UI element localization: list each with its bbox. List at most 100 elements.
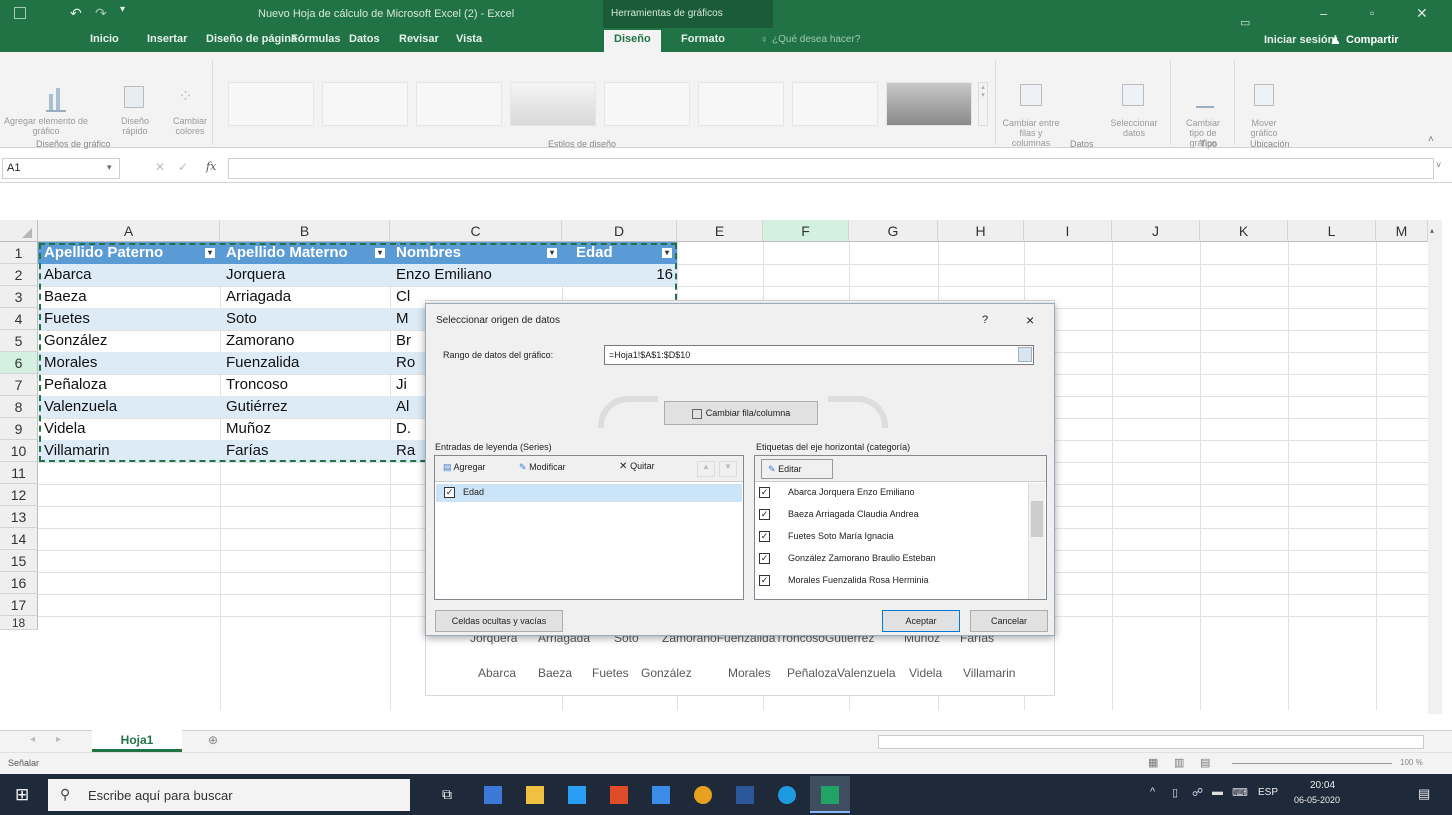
store-icon[interactable] <box>526 786 544 804</box>
expand-formula-icon[interactable]: ˅ <box>1436 160 1441 170</box>
vertical-scrollbar[interactable]: ▴ <box>1428 220 1442 714</box>
prev-sheet-icon[interactable]: ◂ <box>30 734 35 745</box>
quick-layout-button[interactable]: Diseño rápido <box>114 116 156 136</box>
row-header-6[interactable]: 6 <box>0 352 38 374</box>
customize-qat-icon[interactable]: ▾ <box>120 4 125 15</box>
chrome-icon[interactable] <box>694 786 712 804</box>
checkbox-icon[interactable]: ✓ <box>759 575 770 587</box>
tab-formato[interactable]: Formato <box>681 33 725 45</box>
col-header-h[interactable]: H <box>938 220 1024 242</box>
tab-insertar[interactable]: Insertar <box>147 33 187 45</box>
row-header-2[interactable]: 2 <box>0 264 38 286</box>
col-header-i[interactable]: I <box>1024 220 1112 242</box>
category-item[interactable]: ✓ Baeza Arriagada Claudia Andrea <box>759 509 919 521</box>
row-header-7[interactable]: 7 <box>0 374 38 396</box>
tab-vista[interactable]: Vista <box>456 33 482 45</box>
row-header-14[interactable]: 14 <box>0 528 38 550</box>
checkbox-icon[interactable]: ✓ <box>444 487 455 499</box>
row-header-18[interactable]: 18 <box>0 616 38 630</box>
row-header-4[interactable]: 4 <box>0 308 38 330</box>
maximize-icon[interactable]: ▫ <box>1370 6 1374 20</box>
clock-date[interactable]: 06-05-2020 <box>1294 795 1340 805</box>
taskbar-search[interactable]: ⚲ Escribe aquí para buscar <box>48 779 410 811</box>
page-layout-icon[interactable]: ▥ <box>1174 756 1184 769</box>
clock-time[interactable]: 20:04 <box>1310 780 1335 791</box>
col-header-e[interactable]: E <box>677 220 763 242</box>
page-break-icon[interactable]: ▤ <box>1200 756 1210 769</box>
tray-app-icon[interactable]: ▯ <box>1172 786 1178 799</box>
redo-icon[interactable]: ↷ <box>95 5 107 22</box>
close-window-icon[interactable]: ✕ <box>1416 5 1428 22</box>
row-header-1[interactable]: 1 <box>0 242 38 264</box>
select-data-button[interactable]: Seleccionar datos <box>1108 118 1160 138</box>
chart-style-8[interactable] <box>886 82 972 126</box>
styles-scroll-icon[interactable]: ▴ ▾ <box>978 82 988 126</box>
row-header-5[interactable]: 5 <box>0 330 38 352</box>
name-box-dropdown-icon[interactable]: ▾ <box>107 162 112 173</box>
row-header-3[interactable]: 3 <box>0 286 38 308</box>
keyboard-icon[interactable]: ⌨ <box>1232 786 1248 799</box>
new-sheet-icon[interactable]: ⊕ <box>208 733 218 747</box>
category-item[interactable]: ✓ Morales Fuenzalida Rosa Herminia <box>759 575 929 587</box>
minimize-icon[interactable]: – <box>1320 6 1327 21</box>
function-icon[interactable]: fx <box>206 160 216 173</box>
move-up-icon[interactable]: ▲ <box>697 461 715 477</box>
notifications-icon[interactable]: ▤ <box>1418 786 1430 802</box>
category-item[interactable]: ✓ González Zamorano Braulio Esteban <box>759 553 936 565</box>
row-header-15[interactable]: 15 <box>0 550 38 572</box>
col-header-k[interactable]: K <box>1200 220 1288 242</box>
tab-diseno[interactable]: Diseño <box>604 30 661 52</box>
language-indicator[interactable]: ESP <box>1258 787 1278 798</box>
row-header-9[interactable]: 9 <box>0 418 38 440</box>
change-colors-button[interactable]: Cambiar colores <box>170 116 210 136</box>
chart-style-7[interactable] <box>792 82 878 126</box>
zoom-level[interactable]: 100 % <box>1400 758 1423 767</box>
col-header-a[interactable]: A <box>38 220 220 242</box>
edit-categories-button[interactable]: ✎ Editar <box>761 459 833 479</box>
col-header-c[interactable]: C <box>390 220 562 242</box>
row-header-10[interactable]: 10 <box>0 440 38 462</box>
row-header-11[interactable]: 11 <box>0 462 38 484</box>
move-chart-button[interactable]: Mover gráfico <box>1244 118 1284 138</box>
category-item[interactable]: ✓ Abarca Jorquera Enzo Emiliano <box>759 487 915 499</box>
row-header-13[interactable]: 13 <box>0 506 38 528</box>
excel-task-button[interactable] <box>810 776 850 813</box>
move-down-icon[interactable]: ▼ <box>719 461 737 477</box>
checkbox-icon[interactable]: ✓ <box>759 487 770 499</box>
cancel-button[interactable]: Cancelar <box>970 610 1048 632</box>
series-item[interactable]: ✓ Edad <box>436 484 742 502</box>
desktop-app-icon[interactable] <box>484 786 502 804</box>
category-scrollbar[interactable] <box>1028 483 1045 599</box>
share-button[interactable]: Compartir <box>1346 34 1399 46</box>
tab-formulas[interactable]: Fórmulas <box>291 33 341 45</box>
horizontal-scrollbar[interactable] <box>878 735 1424 749</box>
cancel-entry-icon[interactable]: ✕ <box>155 160 165 174</box>
scroll-up-icon[interactable]: ▴ <box>1430 226 1440 236</box>
col-header-g[interactable]: G <box>849 220 938 242</box>
save-icon[interactable] <box>14 7 26 19</box>
row-header-17[interactable]: 17 <box>0 594 38 616</box>
chart-style-3[interactable] <box>416 82 502 126</box>
category-item[interactable]: ✓ Fuetes Soto María Ignacia <box>759 531 894 543</box>
add-series-button[interactable]: ▤ Agregar <box>443 462 486 473</box>
tab-inicio[interactable]: Inicio <box>90 33 119 45</box>
help-button[interactable]: ? <box>982 314 988 326</box>
checkbox-icon[interactable]: ✓ <box>759 553 770 565</box>
undo-icon[interactable]: ↶ <box>70 5 82 22</box>
ok-button[interactable]: Aceptar <box>882 610 960 632</box>
next-sheet-icon[interactable]: ▸ <box>56 734 61 745</box>
col-header-b[interactable]: B <box>220 220 390 242</box>
row-header-16[interactable]: 16 <box>0 572 38 594</box>
chart-style-1[interactable] <box>228 82 314 126</box>
office-icon[interactable] <box>610 786 628 804</box>
add-chart-element-button[interactable]: Agregar elemento de gráfico <box>2 116 90 136</box>
switch-rowcol-button[interactable]: Cambiar entre filas y columnas <box>1000 118 1062 148</box>
zoom-slider[interactable] <box>1232 763 1392 764</box>
name-box[interactable]: A1 <box>7 162 20 174</box>
word-icon[interactable] <box>736 786 754 804</box>
network-icon[interactable]: ☍ <box>1192 786 1203 799</box>
col-header-l[interactable]: L <box>1288 220 1376 242</box>
chart-style-5[interactable] <box>604 82 690 126</box>
scrollbar-thumb[interactable] <box>1031 501 1043 537</box>
enter-entry-icon[interactable]: ✓ <box>178 160 188 174</box>
